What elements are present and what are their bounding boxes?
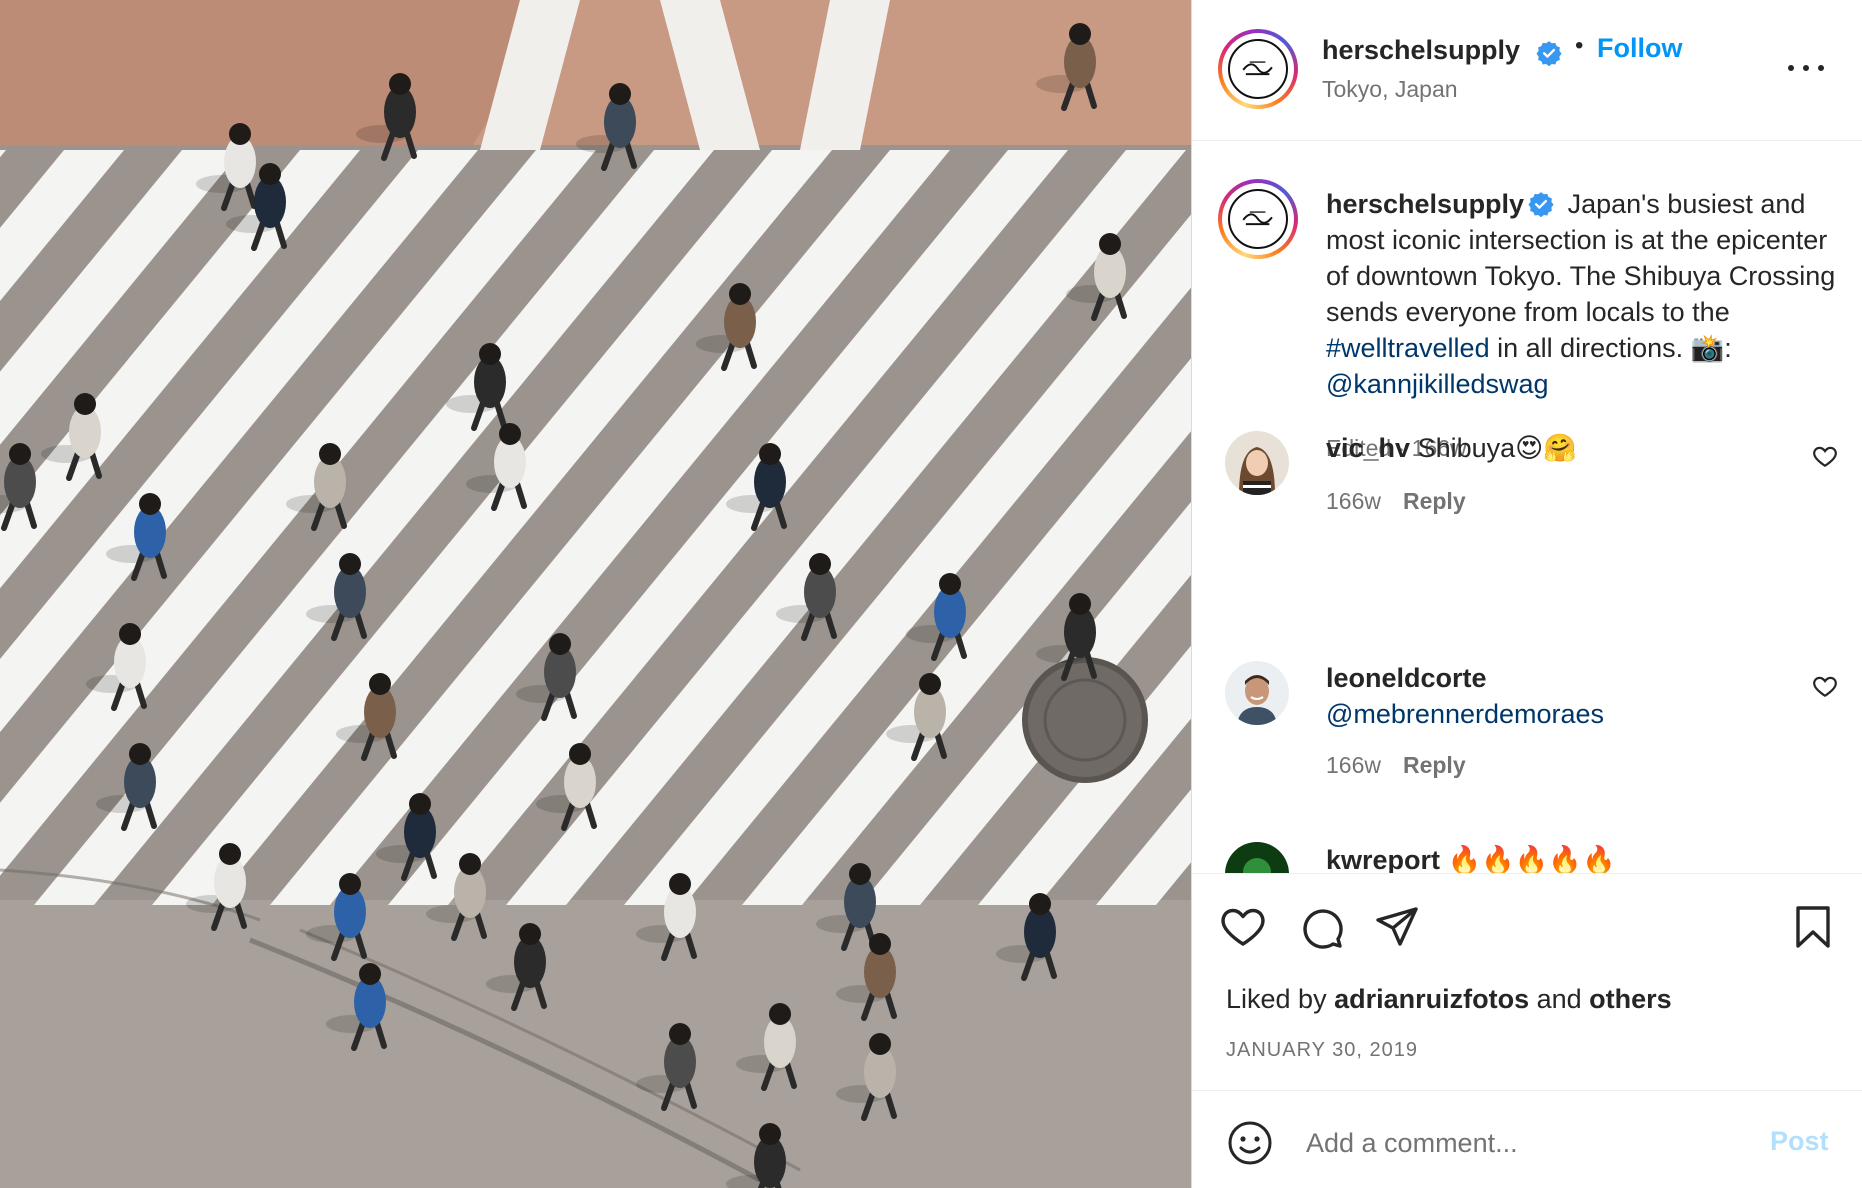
comment-text: leoneldcorte @mebrennerdemoraes xyxy=(1326,660,1796,732)
caption-username-link[interactable]: herschelsupply xyxy=(1326,189,1524,219)
liked-user-link[interactable]: adrianruizfotos xyxy=(1334,984,1529,1014)
follow-button[interactable]: Follow xyxy=(1597,33,1682,64)
herschel-logo-icon xyxy=(1228,39,1288,99)
liked-by-prefix: Liked by xyxy=(1226,984,1335,1014)
commenter-avatar[interactable] xyxy=(1225,661,1289,725)
comment-username-link[interactable]: kwreport xyxy=(1326,845,1440,873)
verified-badge-icon xyxy=(1536,41,1562,66)
bookmark-save-icon[interactable] xyxy=(1788,902,1838,952)
liked-by-text: Liked by adrianruizfotos and others xyxy=(1226,984,1672,1015)
comment-like-heart-icon[interactable] xyxy=(1812,443,1838,469)
hashtag-link[interactable]: #welltravelled xyxy=(1326,333,1490,363)
comment-body: Shibuya😍🤗 xyxy=(1410,433,1577,463)
like-heart-icon[interactable] xyxy=(1218,902,1268,952)
commenter-avatar[interactable] xyxy=(1225,842,1289,873)
crosswalk-photo xyxy=(0,0,1191,1188)
comment-time: 166w xyxy=(1326,752,1381,778)
post-comment-button[interactable]: Post xyxy=(1770,1126,1829,1157)
post-actions: Liked by adrianruizfotos and others JANU… xyxy=(1192,873,1862,1090)
separator-dot: • xyxy=(1575,32,1584,59)
comment-meta: 166w Reply xyxy=(1326,488,1466,515)
comment-meta: 166w Reply xyxy=(1326,752,1466,779)
reply-button[interactable]: Reply xyxy=(1403,752,1466,778)
post-photo[interactable] xyxy=(0,0,1191,1188)
herschel-logo-icon xyxy=(1228,189,1288,249)
profile-avatar[interactable] xyxy=(1218,29,1298,109)
mention-link[interactable]: @mebrennerdemoraes xyxy=(1326,696,1796,732)
comment-body: 🔥🔥🔥🔥🔥 xyxy=(1440,845,1616,873)
more-options-icon[interactable] xyxy=(1788,62,1824,74)
comment-text: vic_hv Shibuya😍🤗 xyxy=(1326,430,1796,466)
share-paper-plane-icon[interactable] xyxy=(1372,902,1422,952)
comment-time: 166w xyxy=(1326,488,1381,514)
mention-link[interactable]: @kannjikilledswag xyxy=(1326,369,1549,399)
header-username-link[interactable]: herschelsupply xyxy=(1322,35,1520,66)
post-date[interactable]: JANUARY 30, 2019 xyxy=(1226,1039,1418,1062)
reply-button[interactable]: Reply xyxy=(1403,488,1466,514)
comments-list[interactable]: herschelsupply Japan's busiest and most … xyxy=(1192,141,1862,873)
location-link[interactable]: Tokyo, Japan xyxy=(1322,76,1458,103)
post-detail-panel: herschelsupply • Follow Tokyo, Japan her… xyxy=(1191,0,1862,1188)
post-header: herschelsupply • Follow Tokyo, Japan xyxy=(1192,0,1862,141)
liked-by-and: and xyxy=(1529,984,1590,1014)
comment-input[interactable] xyxy=(1306,1121,1746,1165)
caption-body-2: in all directions. 📸: xyxy=(1489,333,1732,363)
emoji-smiley-icon[interactable] xyxy=(1226,1119,1274,1167)
comment-like-heart-icon[interactable] xyxy=(1812,673,1838,699)
liked-others-link[interactable]: others xyxy=(1589,984,1672,1014)
comment-bubble-icon[interactable] xyxy=(1296,902,1346,952)
commenter-avatar[interactable] xyxy=(1225,431,1289,495)
caption-text: herschelsupply Japan's busiest and most … xyxy=(1326,186,1846,402)
comment-username-link[interactable]: vic_hv xyxy=(1326,433,1410,463)
comment-text: kwreport 🔥🔥🔥🔥🔥 xyxy=(1326,842,1796,873)
caption-avatar[interactable] xyxy=(1218,179,1298,259)
add-comment-bar: Post xyxy=(1192,1090,1862,1188)
verified-badge-icon xyxy=(1528,192,1554,217)
comment-username-link[interactable]: leoneldcorte xyxy=(1326,660,1796,696)
